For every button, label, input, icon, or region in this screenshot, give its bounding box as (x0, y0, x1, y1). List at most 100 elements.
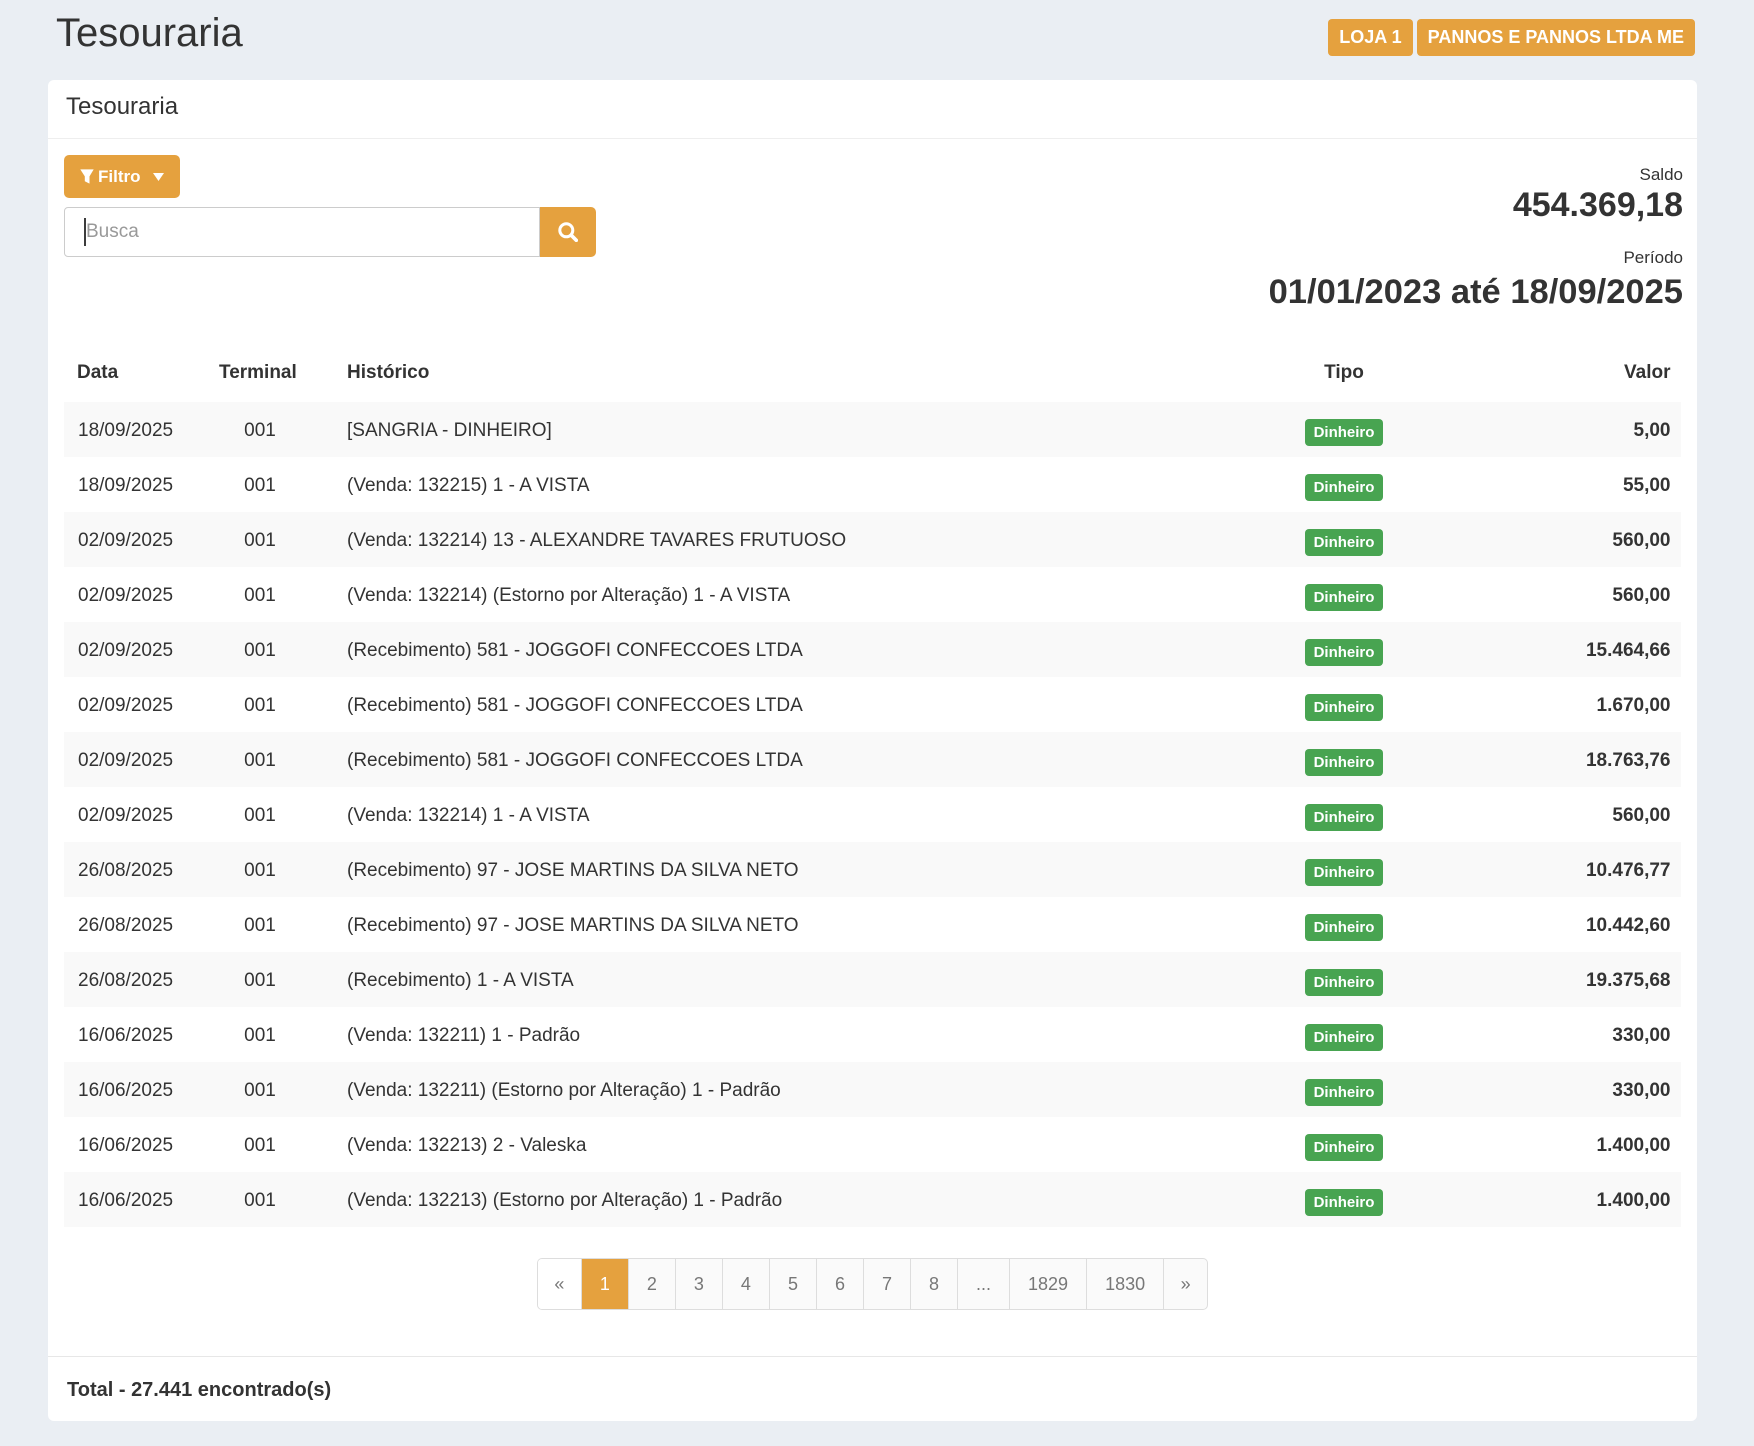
table-row: 26/08/2025 001 (Recebimento) 97 - JOSE M… (64, 897, 1681, 952)
cell-terminal: 001 (206, 897, 314, 952)
table-row: 16/06/2025 001 (Venda: 132211) 1 - Padrã… (64, 1007, 1681, 1062)
cell-terminal: 001 (206, 1007, 314, 1062)
cell-data: 18/09/2025 (64, 402, 206, 457)
cell-historico: (Venda: 132214) 1 - A VISTA (314, 787, 1239, 842)
cell-historico: (Venda: 132211) 1 - Padrão (314, 1007, 1239, 1062)
cell-data: 16/06/2025 (64, 1062, 206, 1117)
card-header: Tesouraria (48, 80, 1697, 139)
cell-valor: 1.400,00 (1449, 1117, 1681, 1172)
cell-terminal: 001 (206, 457, 314, 512)
pagination-page-4[interactable]: 4 (723, 1259, 769, 1309)
cell-data: 26/08/2025 (64, 952, 206, 1007)
pagination-item: » (1163, 1259, 1207, 1309)
card-footer: Total - 27.441 encontrado(s) (48, 1356, 1697, 1421)
cell-valor: 560,00 (1449, 567, 1681, 622)
cell-terminal: 001 (206, 402, 314, 457)
card-body: Filtro Saldo 454.369,18 Período 01/01/20… (48, 139, 1697, 1356)
pagination-page-1829[interactable]: 1829 (1010, 1259, 1086, 1309)
filter-button[interactable]: Filtro (64, 155, 180, 198)
pagination-page-2[interactable]: 2 (629, 1259, 675, 1309)
type-badge: Dinheiro (1305, 529, 1384, 556)
cell-valor: 560,00 (1449, 787, 1681, 842)
pagination-page-6[interactable]: 6 (817, 1259, 863, 1309)
cell-tipo: Dinheiro (1239, 732, 1449, 787)
cell-terminal: 001 (206, 842, 314, 897)
type-badge: Dinheiro (1305, 969, 1384, 996)
search-icon (558, 222, 578, 242)
pagination-prev[interactable]: « (538, 1259, 581, 1309)
cell-data: 26/08/2025 (64, 842, 206, 897)
pagination-page-8[interactable]: 8 (911, 1259, 957, 1309)
pagination-page-7[interactable]: 7 (864, 1259, 910, 1309)
type-badge: Dinheiro (1305, 1079, 1384, 1106)
cell-terminal: 001 (206, 622, 314, 677)
search-button[interactable] (540, 207, 596, 257)
cell-valor: 5,00 (1449, 402, 1681, 457)
type-badge: Dinheiro (1305, 584, 1384, 611)
pagination-page-5[interactable]: 5 (770, 1259, 816, 1309)
cell-tipo: Dinheiro (1239, 402, 1449, 457)
saldo-value: 454.369,18 (1269, 187, 1683, 223)
cell-historico: (Recebimento) 581 - JOGGOFI CONFECCOES L… (314, 732, 1239, 787)
type-badge: Dinheiro (1305, 1024, 1384, 1051)
cell-historico: (Recebimento) 1 - A VISTA (314, 952, 1239, 1007)
table-row: 18/09/2025 001 (Venda: 132215) 1 - A VIS… (64, 457, 1681, 512)
cell-historico: (Venda: 132215) 1 - A VISTA (314, 457, 1239, 512)
type-badge: Dinheiro (1305, 804, 1384, 831)
pagination-page-3[interactable]: 3 (676, 1259, 722, 1309)
column-header-valor: Valor (1449, 351, 1681, 402)
cell-valor: 18.763,76 (1449, 732, 1681, 787)
type-badge: Dinheiro (1305, 694, 1384, 721)
pagination-item: 5 (769, 1259, 816, 1309)
cell-historico: (Venda: 132214) (Estorno por Alteração) … (314, 567, 1239, 622)
table-row: 02/09/2025 001 (Venda: 132214) 13 - ALEX… (64, 512, 1681, 567)
search-group (64, 207, 596, 257)
column-header-data: Data (64, 351, 206, 402)
cell-tipo: Dinheiro (1239, 952, 1449, 1007)
cell-tipo: Dinheiro (1239, 567, 1449, 622)
cell-valor: 560,00 (1449, 512, 1681, 567)
cell-historico: (Venda: 132213) 2 - Valeska (314, 1117, 1239, 1172)
table-row: 02/09/2025 001 (Recebimento) 581 - JOGGO… (64, 622, 1681, 677)
cell-tipo: Dinheiro (1239, 1172, 1449, 1227)
store-button[interactable]: LOJA 1 (1328, 19, 1412, 56)
type-badge: Dinheiro (1305, 1134, 1384, 1161)
table-row: 18/09/2025 001 [SANGRIA - DINHEIRO] Dinh… (64, 402, 1681, 457)
type-badge: Dinheiro (1305, 474, 1384, 501)
cell-tipo: Dinheiro (1239, 1117, 1449, 1172)
pagination-item: 3 (675, 1259, 722, 1309)
cell-terminal: 001 (206, 677, 314, 732)
table-row: 02/09/2025 001 (Venda: 132214) (Estorno … (64, 567, 1681, 622)
caret-down-icon (153, 173, 164, 181)
pagination-item: 2 (628, 1259, 675, 1309)
card-title: Tesouraria (66, 93, 178, 120)
cell-tipo: Dinheiro (1239, 457, 1449, 512)
pagination-page-1830[interactable]: 1830 (1087, 1259, 1163, 1309)
cell-historico: (Venda: 132211) (Estorno por Alteração) … (314, 1062, 1239, 1117)
table-row: 26/08/2025 001 (Recebimento) 1 - A VISTA… (64, 952, 1681, 1007)
column-header-historico: Histórico (314, 351, 1239, 402)
cell-valor: 1.400,00 (1449, 1172, 1681, 1227)
cell-historico: (Recebimento) 97 - JOSE MARTINS DA SILVA… (314, 842, 1239, 897)
table-row: 26/08/2025 001 (Recebimento) 97 - JOSE M… (64, 842, 1681, 897)
cell-tipo: Dinheiro (1239, 677, 1449, 732)
cell-tipo: Dinheiro (1239, 897, 1449, 952)
cell-historico: [SANGRIA - DINHEIRO] (314, 402, 1239, 457)
cell-data: 02/09/2025 (64, 512, 206, 567)
pagination-item: 6 (816, 1259, 863, 1309)
search-input[interactable] (64, 207, 540, 257)
cell-data: 02/09/2025 (64, 567, 206, 622)
cell-data: 26/08/2025 (64, 897, 206, 952)
saldo-label: Saldo (1269, 163, 1683, 187)
company-button[interactable]: PANNOS E PANNOS LTDA ME (1417, 19, 1695, 56)
cell-terminal: 001 (206, 512, 314, 567)
pagination-page-1[interactable]: 1 (582, 1259, 628, 1309)
cell-data: 18/09/2025 (64, 457, 206, 512)
table-body: 18/09/2025 001 [SANGRIA - DINHEIRO] Dinh… (64, 402, 1681, 1227)
pagination-next[interactable]: » (1164, 1259, 1207, 1309)
cell-tipo: Dinheiro (1239, 1062, 1449, 1117)
cell-valor: 330,00 (1449, 1007, 1681, 1062)
cell-terminal: 001 (206, 732, 314, 787)
table-row: 02/09/2025 001 (Recebimento) 581 - JOGGO… (64, 732, 1681, 787)
cell-valor: 19.375,68 (1449, 952, 1681, 1007)
